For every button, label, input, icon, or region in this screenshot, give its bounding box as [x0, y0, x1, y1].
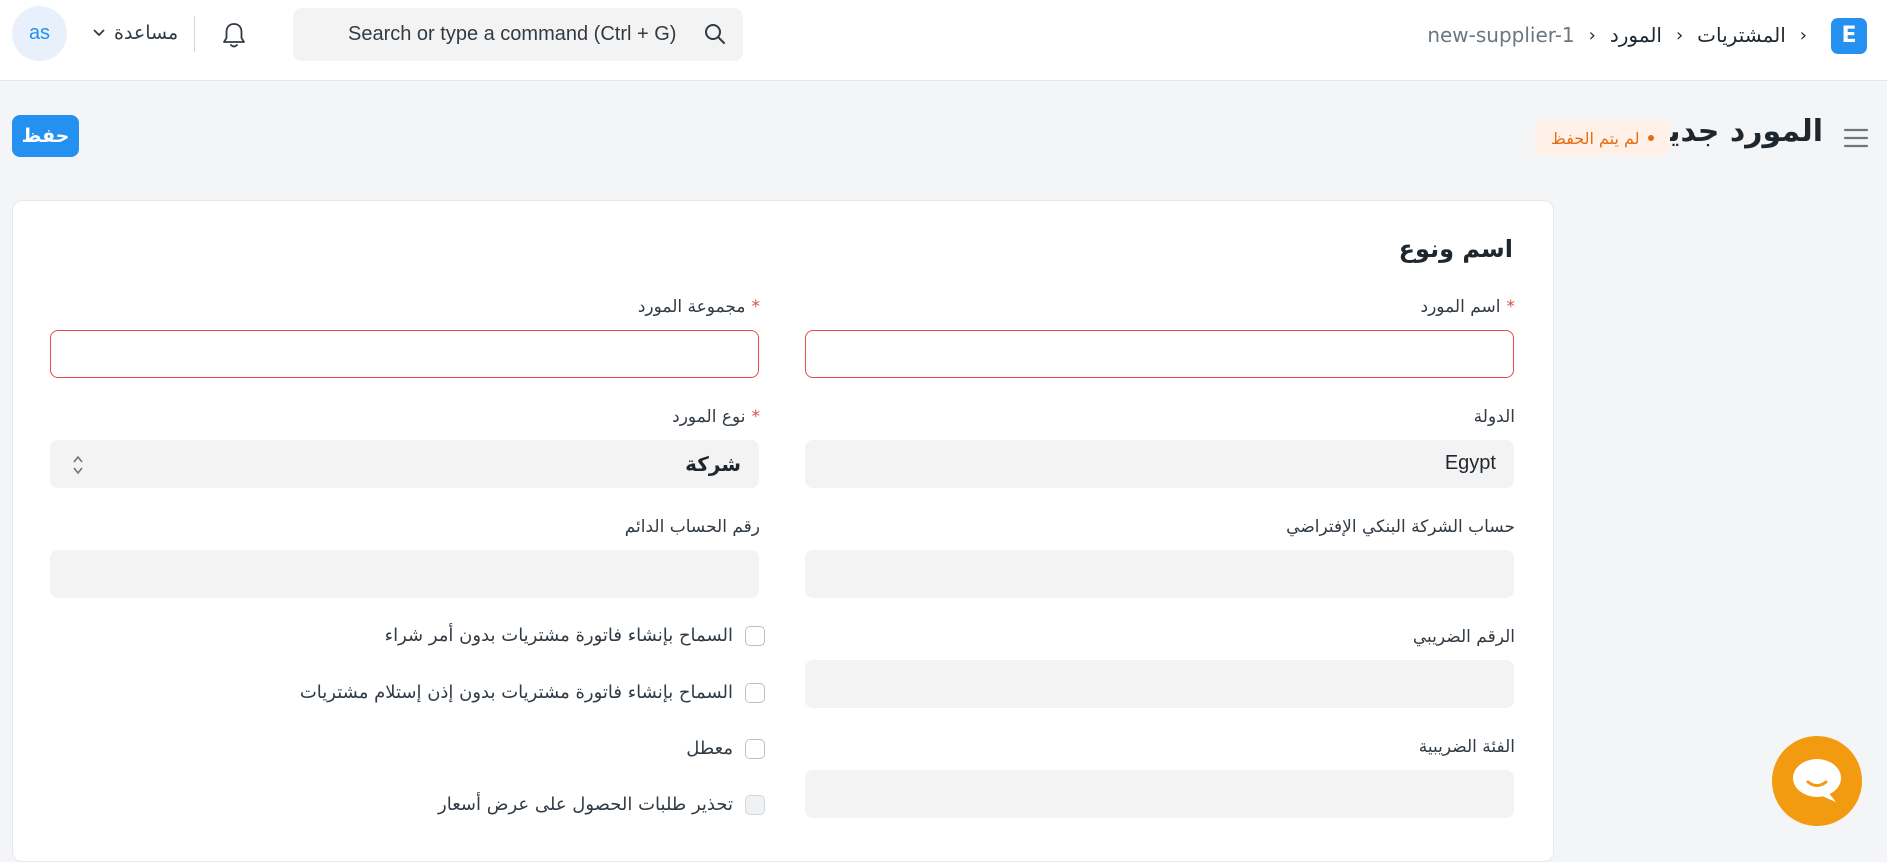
- status-text: لم يتم الحفظ: [1551, 128, 1640, 148]
- breadcrumb: › المشتريات › المورد › new-supplier-1: [1427, 22, 1807, 48]
- form-card: اسم ونوع اسم المورد * مجموعة المورد * الدو…: [12, 200, 1554, 862]
- chat-icon: [1793, 759, 1841, 802]
- tax-id-field[interactable]: [805, 660, 1514, 708]
- tax-id-label: الرقم الضريبي: [1412, 627, 1515, 647]
- checkbox-box[interactable]: [745, 625, 765, 646]
- supplier-group-field[interactable]: [50, 330, 759, 378]
- checkbox-label: السماح بإنشاء فاتورة مشتريات بدون أمر شر…: [384, 625, 733, 646]
- supplier-name-label: اسم المورد *: [1420, 297, 1515, 317]
- supplier-group-label: مجموعة المورد *: [637, 297, 760, 317]
- checkbox-allow-invoice-without-receipt[interactable]: السماح بإنشاء فاتورة مشتريات بدون إذن إس…: [300, 682, 765, 703]
- supplier-name-field[interactable]: [805, 330, 1514, 378]
- default-bank-account-field[interactable]: [805, 550, 1514, 598]
- checkbox-label: معطل: [686, 738, 733, 759]
- checkbox-disabled[interactable]: معطل: [686, 738, 765, 759]
- checkbox-box[interactable]: [745, 738, 765, 759]
- country-field[interactable]: Egypt: [805, 440, 1514, 488]
- hamburger-icon[interactable]: [1843, 127, 1869, 149]
- checkbox-label: السماح بإنشاء فاتورة مشتريات بدون إذن إس…: [299, 682, 733, 703]
- search-bar[interactable]: Search or type a command (Ctrl + G): [293, 8, 743, 61]
- pan-label: رقم الحساب الدائم: [624, 517, 760, 537]
- status-badge: لم يتم الحفظ: [1535, 120, 1670, 156]
- top-navbar: E › المشتريات › المورد › new-supplier-1 …: [0, 0, 1887, 81]
- tax-category-field[interactable]: [805, 770, 1514, 818]
- help-dropdown[interactable]: مساعدة: [92, 22, 178, 44]
- breadcrumb-separator-icon: ›: [1799, 24, 1807, 46]
- checkbox-warn-rfqs[interactable]: تحذير طلبات الحصول على عرض أسعار: [438, 794, 765, 815]
- logo-icon[interactable]: E: [1831, 18, 1867, 54]
- chat-button[interactable]: [1772, 736, 1862, 826]
- status-dot: [1647, 135, 1654, 141]
- checkbox-label: تحذير طلبات الحصول على عرض أسعار: [438, 794, 733, 815]
- checkbox-box[interactable]: [745, 682, 765, 703]
- breadcrumb-separator-icon: ›: [1588, 24, 1596, 46]
- page-title: المورد جديد: [1651, 114, 1823, 149]
- select-arrows-icon: [73, 455, 83, 475]
- chevron-down-icon: [93, 29, 105, 37]
- help-label: مساعدة: [114, 22, 179, 44]
- section-title: اسم ونوع: [1398, 235, 1513, 263]
- checkbox-allow-invoice-without-po[interactable]: السماح بإنشاء فاتورة مشتريات بدون أمر شر…: [385, 625, 765, 646]
- checkbox-box[interactable]: [745, 794, 765, 815]
- country-label: الدولة: [1473, 407, 1515, 427]
- search-icon: [705, 24, 725, 44]
- bell-icon[interactable]: [221, 21, 247, 49]
- pan-field[interactable]: [50, 550, 759, 598]
- tax-category-label: الفئة الضريبية: [1418, 737, 1515, 757]
- breadcrumb-purchasing[interactable]: المشتريات: [1697, 23, 1786, 47]
- save-button[interactable]: حفظ: [12, 115, 79, 157]
- avatar[interactable]: as: [12, 6, 67, 61]
- breadcrumb-supplier[interactable]: المورد: [1610, 23, 1662, 47]
- breadcrumb-separator-icon: ›: [1675, 24, 1684, 46]
- supplier-type-select[interactable]: شركة: [50, 440, 759, 488]
- breadcrumb-current-doc[interactable]: new-supplier-1: [1427, 23, 1574, 47]
- supplier-type-label: نوع المورد *: [672, 407, 760, 427]
- navbar-divider: [194, 16, 195, 52]
- default-bank-account-label: حساب الشركة البنكي الإفتراضي: [1286, 517, 1515, 537]
- search-input[interactable]: Search or type a command (Ctrl + G): [348, 23, 676, 46]
